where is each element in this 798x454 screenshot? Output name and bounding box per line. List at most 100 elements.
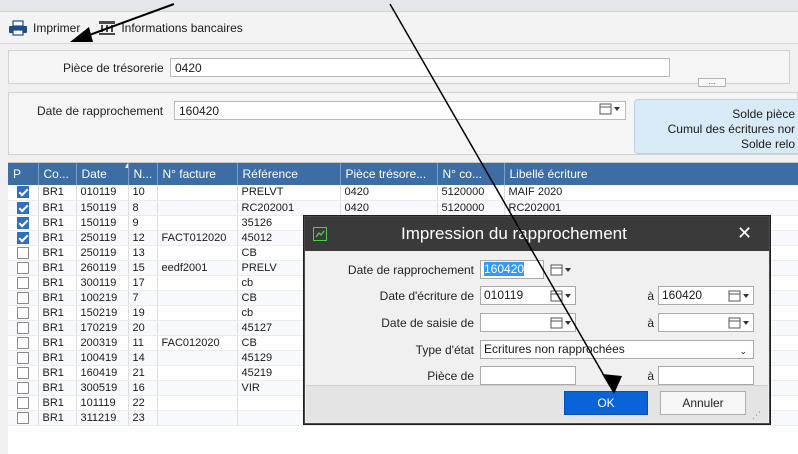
col-libelle[interactable]: Libellé écriture: [504, 163, 798, 185]
dialog-date-saisie-label: Date de saisie de: [381, 316, 474, 330]
cell-facture: [157, 185, 238, 201]
checkbox[interactable]: [16, 381, 29, 394]
cell-number: 22: [128, 395, 158, 411]
row-checkbox[interactable]: [8, 185, 39, 201]
checkbox[interactable]: [16, 186, 29, 199]
cell-number: 13: [128, 245, 158, 261]
cell-facture: [157, 200, 238, 216]
cell-code: BR1: [38, 410, 77, 426]
cell-date: 150119: [76, 215, 129, 231]
col-facture[interactable]: N° facture: [157, 163, 238, 185]
piece-tresorerie-field[interactable]: 0420: [170, 58, 670, 77]
row-checkbox[interactable]: [8, 320, 39, 336]
col-reference[interactable]: Référence: [237, 163, 341, 185]
row-checkbox[interactable]: [8, 365, 39, 381]
dialog-title: Impression du rapprochement: [401, 224, 627, 243]
cell-facture: [157, 395, 238, 411]
cell-date: 010119: [76, 185, 129, 201]
cell-number: 21: [128, 365, 158, 381]
toolbar: Imprimer Informations bancaires: [0, 12, 798, 44]
cell-facture: [157, 290, 238, 306]
cell-date: 100219: [76, 290, 129, 306]
col-code[interactable]: Co...: [38, 163, 77, 185]
dialog-date-rapprochement-field[interactable]: 160420: [480, 260, 544, 279]
more-button[interactable]: ...: [698, 78, 726, 87]
cell-number: 23: [128, 410, 158, 426]
cell-date: 260119: [76, 260, 129, 276]
checkbox[interactable]: [16, 306, 29, 319]
checkbox[interactable]: [16, 366, 29, 379]
cell-facture: [157, 215, 238, 231]
checkbox[interactable]: [16, 336, 29, 349]
cell-code: BR1: [38, 350, 77, 366]
row-checkbox[interactable]: [8, 395, 39, 411]
cell-compte: 5120000: [437, 200, 505, 216]
row-checkbox[interactable]: [8, 275, 39, 291]
date-rapprochement-field[interactable]: 160420: [174, 101, 626, 120]
checkbox[interactable]: [16, 231, 29, 244]
row-checkbox[interactable]: [8, 350, 39, 366]
row-checkbox[interactable]: [8, 305, 39, 321]
checkbox[interactable]: [16, 201, 29, 214]
row-checkbox[interactable]: [8, 200, 39, 216]
col-piece-tresorerie[interactable]: Pièce trésore...: [340, 163, 438, 185]
cell-code: BR1: [38, 200, 77, 216]
checkbox[interactable]: [16, 261, 29, 274]
cell-number: 8: [128, 200, 158, 216]
checkbox[interactable]: [16, 216, 29, 229]
row-checkbox[interactable]: [8, 230, 39, 246]
cell-date: 101119: [76, 395, 129, 411]
cell-code: BR1: [38, 380, 77, 396]
cell-number: 19: [128, 305, 158, 321]
col-p[interactable]: P: [8, 163, 39, 185]
checkbox[interactable]: [16, 396, 29, 409]
cell-number: 15: [128, 260, 158, 276]
dialog-type-etat-select[interactable]: Ecritures non rapprochées ⌄: [480, 340, 754, 359]
col-compte[interactable]: N° co...: [437, 163, 505, 185]
close-icon[interactable]: ✕: [737, 223, 752, 244]
row-checkbox[interactable]: [8, 335, 39, 351]
cell-number: 9: [128, 215, 158, 231]
calendar-icon[interactable]: [726, 287, 752, 304]
col-date[interactable]: Date▲: [76, 163, 129, 185]
cell-number: 16: [128, 380, 158, 396]
cell-date: 150219: [76, 305, 129, 321]
checkbox[interactable]: [16, 291, 29, 304]
row-checkbox[interactable]: [8, 410, 39, 426]
checkbox[interactable]: [16, 351, 29, 364]
dialog-piece-from[interactable]: [480, 366, 576, 385]
cell-number: 7: [128, 290, 158, 306]
calendar-icon[interactable]: [548, 261, 574, 278]
summary-cumul-ecritures: Cumul des écritures nor: [667, 122, 795, 136]
print-label: Imprimer: [33, 20, 81, 35]
print-button[interactable]: Imprimer: [8, 19, 81, 36]
checkbox[interactable]: [16, 246, 29, 259]
table-row[interactable]: BR1 150119 8 RC202001 0420 5120000 RC202001: [8, 200, 798, 216]
dialog-date-ecriture-label: Date d'écriture de: [379, 289, 474, 303]
summary-solde-piece: Solde pièce: [732, 107, 795, 121]
row-checkbox[interactable]: [8, 260, 39, 276]
calendar-dropdown-button[interactable]: [596, 102, 624, 119]
row-checkbox[interactable]: [8, 380, 39, 396]
ok-button[interactable]: OK: [564, 391, 648, 415]
bank-info-button[interactable]: Informations bancaires: [98, 20, 243, 36]
cell-facture: [157, 245, 238, 261]
cancel-button[interactable]: Annuler: [660, 391, 746, 415]
calendar-icon[interactable]: [548, 287, 574, 304]
col-number[interactable]: N...: [128, 163, 158, 185]
resize-grip-icon[interactable]: ⋰: [752, 410, 761, 421]
row-checkbox[interactable]: [8, 290, 39, 306]
sort-ascending-icon: ▲: [124, 163, 128, 170]
row-checkbox[interactable]: [8, 215, 39, 231]
checkbox[interactable]: [16, 411, 29, 424]
row-checkbox[interactable]: [8, 245, 39, 261]
calendar-icon[interactable]: [726, 314, 752, 331]
checkbox[interactable]: [16, 276, 29, 289]
calendar-icon[interactable]: [548, 314, 574, 331]
table-row[interactable]: BR1 010119 10 PRELVT 0420 5120000 MAIF 2020: [8, 185, 798, 201]
cell-compte: 5120000: [437, 185, 505, 201]
dialog-title-bar[interactable]: Impression du rapprochement ✕: [305, 217, 769, 251]
dialog-piece-to[interactable]: [658, 366, 754, 385]
checkbox[interactable]: [16, 321, 29, 334]
printer-icon: [8, 19, 28, 36]
